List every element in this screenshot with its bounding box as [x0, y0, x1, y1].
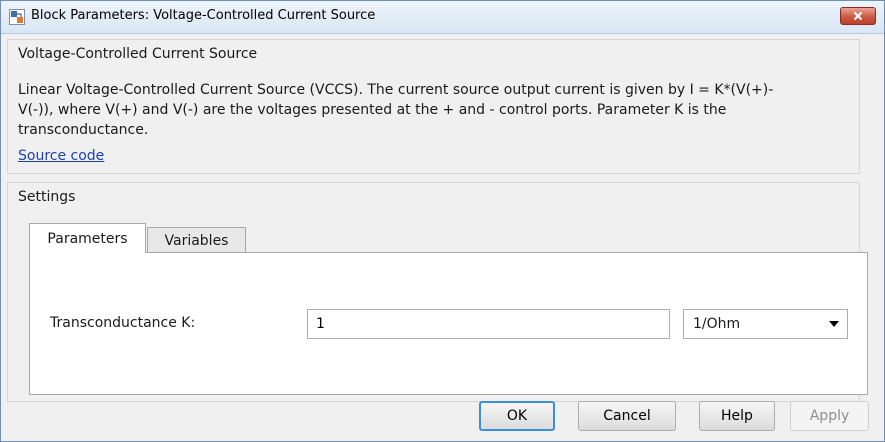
transconductance-input[interactable]	[307, 309, 670, 339]
close-icon	[853, 11, 863, 21]
simulink-block-icon	[9, 9, 25, 25]
source-code-link[interactable]: Source code	[18, 148, 104, 164]
tab-variables[interactable]: Variables	[147, 227, 246, 253]
description-line: V(-)), where V(+) and V(-) are the volta…	[18, 102, 727, 118]
block-parameters-dialog: Block Parameters: Voltage-Controlled Cur…	[0, 0, 885, 442]
unit-selected-value: 1/Ohm	[693, 316, 741, 332]
description-line: Linear Voltage-Controlled Current Source…	[18, 82, 774, 98]
transconductance-label: Transconductance K:	[50, 315, 196, 331]
cancel-button[interactable]: Cancel	[578, 401, 676, 431]
help-button[interactable]: Help	[699, 401, 775, 431]
description-text: Linear Voltage-Controlled Current Source…	[18, 80, 843, 140]
description-panel: Voltage-Controlled Current Source Linear…	[7, 39, 860, 174]
tab-parameters[interactable]: Parameters	[29, 223, 146, 253]
unit-dropdown[interactable]: 1/Ohm	[683, 309, 848, 339]
close-button[interactable]	[840, 7, 876, 25]
dialog-content: Voltage-Controlled Current Source Linear…	[7, 39, 878, 437]
chevron-down-icon	[829, 321, 839, 327]
window-title: Block Parameters: Voltage-Controlled Cur…	[31, 8, 376, 23]
title-bar[interactable]: Block Parameters: Voltage-Controlled Cur…	[1, 1, 884, 34]
ok-button[interactable]: OK	[479, 401, 555, 431]
description-panel-title: Voltage-Controlled Current Source	[18, 46, 258, 62]
apply-button: Apply	[790, 401, 869, 431]
parameters-tab-panel: Transconductance K: 1/Ohm	[29, 252, 868, 395]
settings-panel-title: Settings	[18, 189, 76, 205]
description-line: transconductance.	[18, 122, 149, 138]
